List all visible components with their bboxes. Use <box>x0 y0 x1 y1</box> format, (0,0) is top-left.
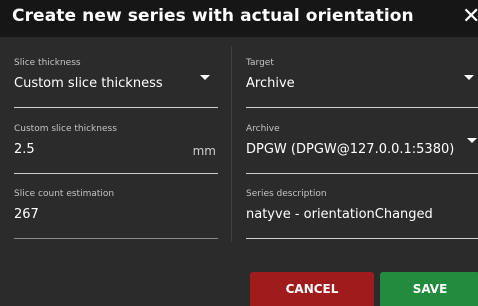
custom-slice-thickness-input[interactable]: Custom slice thickness 2.5 mm <box>14 124 218 174</box>
slice-thickness-select[interactable]: Slice thickness Custom slice thickness <box>14 58 218 108</box>
slice-count-field: Slice count estimation 267 <box>14 189 218 239</box>
target-value: Archive <box>246 76 295 91</box>
chevron-down-icon <box>200 75 210 80</box>
slice-thickness-value: Custom slice thickness <box>14 76 163 91</box>
chevron-down-icon <box>464 75 474 80</box>
thickness-unit: mm <box>192 144 216 158</box>
archive-label: Archive <box>246 124 280 134</box>
slice-count-value: 267 <box>14 207 39 222</box>
field-underline <box>14 173 218 174</box>
series-description-label: Series description <box>246 189 327 199</box>
close-icon[interactable]: ✕ <box>462 3 478 31</box>
field-underline <box>14 107 218 108</box>
archive-value: DPGW (DPGW@127.0.0.1:5380) <box>246 142 455 157</box>
field-underline <box>246 238 478 239</box>
field-underline <box>14 238 218 239</box>
field-underline <box>246 173 478 174</box>
slice-thickness-label: Slice thickness <box>14 58 81 68</box>
dialog-title: Create new series with actual orientatio… <box>12 6 414 26</box>
slice-count-label: Slice count estimation <box>14 189 115 199</box>
chevron-down-icon <box>467 138 477 143</box>
save-button[interactable]: SAVE <box>380 272 478 306</box>
dialog-titlebar: Create new series with actual orientatio… <box>0 0 478 37</box>
series-description-value: natyve - orientationChanged <box>246 207 433 222</box>
custom-slice-thickness-label: Custom slice thickness <box>14 124 117 134</box>
target-select[interactable]: Target Archive <box>246 58 478 108</box>
series-description-input[interactable]: Series description natyve - orientationC… <box>246 189 478 239</box>
column-divider <box>231 46 232 242</box>
target-label: Target <box>246 58 274 68</box>
custom-slice-thickness-value: 2.5 <box>14 142 35 157</box>
field-underline <box>246 107 478 108</box>
cancel-button[interactable]: CANCEL <box>250 272 374 306</box>
archive-select[interactable]: Archive DPGW (DPGW@127.0.0.1:5380) <box>246 124 478 174</box>
